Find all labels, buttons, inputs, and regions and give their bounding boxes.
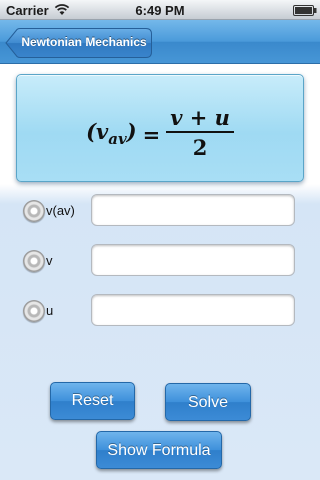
- formula-fraction: v + u2: [166, 107, 234, 161]
- v-input[interactable]: [91, 244, 295, 276]
- status-bar: Carrier 6:49 PM: [0, 0, 320, 20]
- formula-denominator: 2: [192, 135, 208, 160]
- formula-equals: =: [142, 121, 161, 147]
- formula-lhs-close: ): [126, 119, 137, 145]
- navigation-bar: Newtonian Mechanics: [0, 20, 320, 64]
- vav-input[interactable]: [91, 194, 295, 226]
- radio-label-v: v: [46, 253, 53, 268]
- reset-button[interactable]: Reset: [50, 382, 135, 420]
- variable-row-u: u: [0, 294, 320, 328]
- variable-row-v: v: [0, 244, 320, 278]
- back-button-label: Newtonian Mechanics: [21, 35, 147, 49]
- battery-full-icon: [293, 5, 317, 16]
- formula-numerator: v + u: [166, 107, 234, 133]
- solve-button[interactable]: Solve: [165, 383, 251, 421]
- radio-label-u: u: [46, 303, 54, 318]
- radio-u[interactable]: [23, 300, 45, 322]
- radio-label-vav: v(av): [46, 203, 75, 218]
- formula-panel: (vav) = v + u2: [16, 74, 304, 182]
- clock-label: 6:49 PM: [135, 3, 185, 18]
- back-button[interactable]: Newtonian Mechanics: [5, 28, 152, 58]
- radio-vav[interactable]: [23, 200, 45, 222]
- radio-v[interactable]: [23, 250, 45, 272]
- formula-lhs-subscript: av: [108, 130, 127, 149]
- formula-lhs-var: (v: [86, 119, 109, 145]
- show-formula-button[interactable]: Show Formula: [96, 431, 222, 469]
- formula-display: (vav) = v + u2: [17, 107, 303, 161]
- u-input[interactable]: [91, 294, 295, 326]
- formula-lhs: (vav): [86, 119, 137, 148]
- variable-row-vav: v(av): [0, 194, 320, 228]
- main-content: (vav) = v + u2 v(av) v u Reset Solve Show …: [0, 64, 320, 480]
